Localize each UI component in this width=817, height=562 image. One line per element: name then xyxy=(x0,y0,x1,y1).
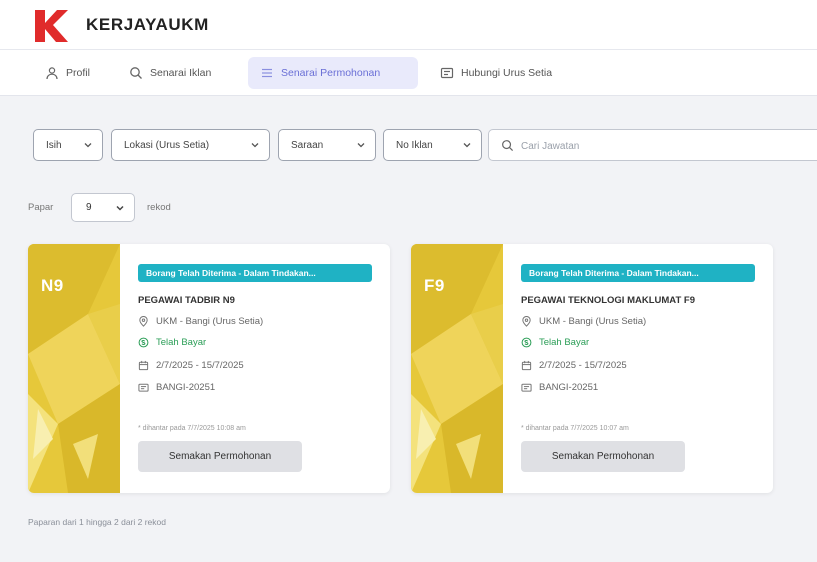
payment-status: Telah Bayar xyxy=(156,337,207,348)
nav-item-senarai-permohonan[interactable]: Senarai Permohonan xyxy=(248,57,418,89)
nav-item-label: Hubungi Urus Setia xyxy=(461,67,553,79)
semakan-permohonan-button[interactable]: Semakan Permohonan xyxy=(521,441,685,472)
submitted-note: * dihantar pada 7/7/2025 10:07 am xyxy=(521,425,629,432)
calendar-icon xyxy=(521,360,532,371)
chevron-down-icon xyxy=(357,143,365,148)
card-dates: 2/7/2025 - 15/7/2025 xyxy=(138,360,244,371)
chevron-down-icon xyxy=(463,143,471,148)
brand-name: KERJAYAUKM xyxy=(86,15,209,34)
location-text: UKM - Bangi (Urus Setia) xyxy=(539,316,647,327)
card-grade: N9 xyxy=(41,276,64,295)
nav-item-senarai-iklan[interactable]: Senarai Iklan xyxy=(117,57,223,89)
card-payment: Telah Bayar xyxy=(138,337,206,348)
status-badge: Borang Telah Diterima - Dalam Tindakan..… xyxy=(138,264,372,282)
advert-code: BANGI-20251 xyxy=(539,382,599,393)
card-code: BANGI-20251 xyxy=(138,382,215,393)
card-dates: 2/7/2025 - 15/7/2025 xyxy=(521,360,627,371)
application-card: N9 Borang Telah Diterima - Dalam Tindaka… xyxy=(28,244,390,493)
filter-label: No Iklan xyxy=(396,139,433,151)
location-pin-icon xyxy=(522,316,531,327)
search-box xyxy=(488,129,817,161)
status-badge: Borang Telah Diterima - Dalam Tindakan..… xyxy=(521,264,755,282)
date-range: 2/7/2025 - 15/7/2025 xyxy=(539,360,627,371)
date-range: 2/7/2025 - 15/7/2025 xyxy=(156,360,244,371)
list-icon xyxy=(262,68,272,78)
card-code: BANGI-20251 xyxy=(521,382,598,393)
location-pin-icon xyxy=(139,316,148,327)
per-page-select[interactable]: 9 xyxy=(71,193,135,222)
contact-card-icon xyxy=(440,67,454,79)
id-card-icon xyxy=(138,383,149,392)
search-icon xyxy=(130,67,142,79)
payment-status: Telah Bayar xyxy=(539,337,590,348)
per-page-label: Papar xyxy=(28,202,54,213)
card-grade: F9 xyxy=(424,276,445,295)
submitted-note: * dihantar pada 7/7/2025 10:08 am xyxy=(138,425,246,432)
card-payment: Telah Bayar xyxy=(521,337,589,348)
app-header: KERJAYAUKM xyxy=(0,0,817,50)
payment-icon xyxy=(138,337,149,348)
location-text: UKM - Bangi (Urus Setia) xyxy=(156,316,264,327)
chevron-down-icon xyxy=(116,205,124,211)
payment-icon xyxy=(521,337,532,348)
semakan-permohonan-button[interactable]: Semakan Permohonan xyxy=(138,441,302,472)
filter-saraan[interactable]: Saraan xyxy=(278,129,376,161)
job-title: PEGAWAI TEKNOLOGI MAKLUMAT F9 xyxy=(521,295,695,306)
filter-label: Isih xyxy=(46,139,62,151)
nav-item-hubungi-urus-setia[interactable]: Hubungi Urus Setia xyxy=(428,57,564,89)
filter-lokasi[interactable]: Lokasi (Urus Setia) xyxy=(111,129,270,161)
pagination-summary: Paparan dari 1 hingga 2 dari 2 rekod xyxy=(28,517,166,527)
card-location: UKM - Bangi (Urus Setia) xyxy=(138,316,263,327)
nav-item-profil[interactable]: Profil xyxy=(33,57,102,89)
chevron-down-icon xyxy=(251,143,259,148)
user-icon xyxy=(46,67,58,80)
filter-no-iklan[interactable]: No Iklan xyxy=(383,129,482,161)
kerjayaukm-logo[interactable] xyxy=(33,8,69,44)
calendar-icon xyxy=(138,360,149,371)
search-icon xyxy=(502,140,514,152)
main-nav: Profil Senarai Iklan Senarai Permohonan … xyxy=(0,50,817,96)
nav-item-label: Senarai Permohonan xyxy=(281,67,381,79)
id-card-icon xyxy=(521,383,532,392)
nav-item-label: Profil xyxy=(66,67,90,79)
job-title: PEGAWAI TADBIR N9 xyxy=(138,295,235,306)
filter-isih[interactable]: Isih xyxy=(33,129,103,161)
advert-code: BANGI-20251 xyxy=(156,382,216,393)
per-page-value: 9 xyxy=(86,202,92,213)
filter-label: Saraan xyxy=(291,139,324,151)
card-location: UKM - Bangi (Urus Setia) xyxy=(521,316,646,327)
filter-label: Lokasi (Urus Setia) xyxy=(124,139,210,151)
search-input[interactable] xyxy=(521,136,801,156)
chevron-down-icon xyxy=(84,143,92,148)
nav-item-label: Senarai Iklan xyxy=(150,67,212,79)
per-page-suffix: rekod xyxy=(147,202,171,213)
application-card: F9 Borang Telah Diterima - Dalam Tindaka… xyxy=(411,244,773,493)
